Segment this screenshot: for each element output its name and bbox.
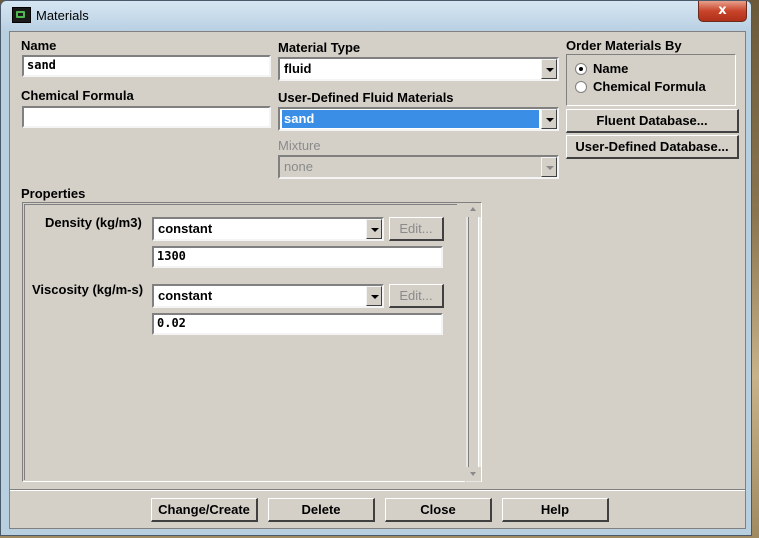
viscosity-label: Viscosity (kg/m-s) [32,282,144,297]
order-by-name-label: Name [593,61,629,76]
fluent-database-button[interactable]: Fluent Database... [566,109,739,133]
mixture-label: Mixture [278,138,321,153]
mixture-select: none [278,155,559,179]
user-defined-materials-select[interactable]: sand [278,107,559,131]
close-icon: x [718,3,727,18]
chemical-formula-input[interactable] [22,106,271,128]
materials-window: Materials x Name sand Chemical Formula M… [0,0,752,536]
dialog-body: Name sand Chemical Formula Material Type… [9,31,746,529]
chemical-formula-label: Chemical Formula [21,88,134,103]
density-method-select[interactable]: constant [152,217,384,241]
chevron-down-icon[interactable] [541,109,557,129]
delete-button[interactable]: Delete [268,498,375,522]
density-label: Density (kg/m3) [45,215,142,230]
name-label: Name [21,38,57,53]
user-defined-materials-value: sand [282,110,539,128]
density-method-value: constant [158,221,213,236]
close-button[interactable]: Close [385,498,492,522]
chevron-down-icon [541,157,557,177]
order-by-group: Name Chemical Formula [566,54,736,106]
chevron-down-icon[interactable] [541,59,557,79]
window-title: Materials [36,8,89,23]
density-edit-button: Edit... [389,217,444,241]
properties-panel: Density (kg/m3) constant Edit... 1300 Vi… [22,202,482,482]
close-window-button[interactable]: x [698,1,747,22]
viscosity-method-value: constant [158,288,213,303]
radio-unchecked-icon[interactable] [575,81,587,93]
footer-separator [10,489,745,491]
order-by-label: Order Materials By [566,38,682,53]
title-bar[interactable]: Materials x [1,1,751,31]
user-defined-database-button[interactable]: User-Defined Database... [566,135,739,159]
name-input[interactable]: sand [22,55,271,77]
scrollbar-track[interactable] [468,217,479,467]
help-button[interactable]: Help [502,498,609,522]
app-icon [12,7,31,23]
material-type-label: Material Type [278,40,361,55]
change-create-button[interactable]: Change/Create [151,498,258,522]
scroll-up-icon[interactable] [466,203,481,217]
viscosity-value-input[interactable]: 0.02 [152,313,443,335]
chevron-down-icon[interactable] [366,219,382,239]
properties-scrollbar[interactable] [465,203,481,482]
properties-label: Properties [21,186,86,201]
order-by-formula-label: Chemical Formula [593,79,706,94]
viscosity-method-select[interactable]: constant [152,284,384,308]
properties-scroll-area: Density (kg/m3) constant Edit... 1300 Vi… [24,204,457,480]
viscosity-edit-button: Edit... [389,284,444,308]
scroll-down-icon[interactable] [466,467,481,481]
chevron-down-icon[interactable] [366,286,382,306]
user-defined-materials-label: User-Defined Fluid Materials [278,90,454,105]
mixture-value: none [284,159,313,174]
density-value-input[interactable]: 1300 [152,246,443,268]
material-type-value: fluid [284,61,312,76]
material-type-select[interactable]: fluid [278,57,559,81]
radio-checked-icon[interactable] [575,63,587,75]
